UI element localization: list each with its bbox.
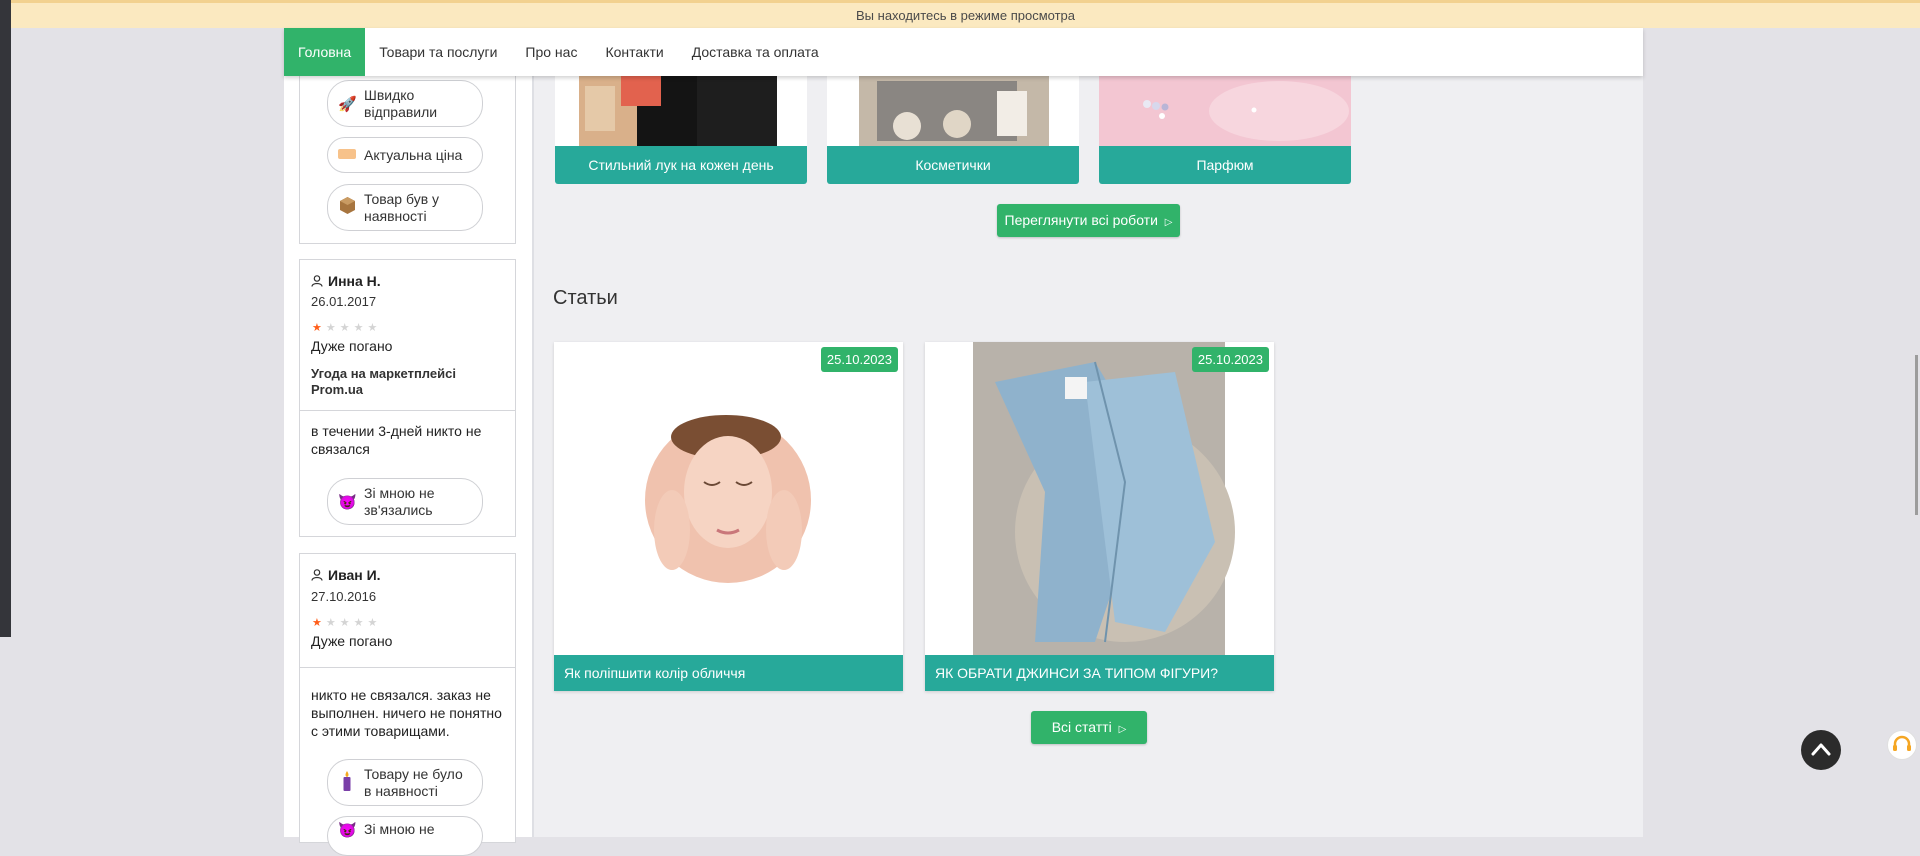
- portfolio-item[interactable]: Косметички: [827, 76, 1079, 184]
- sidebar-divider: [532, 76, 534, 837]
- review-separator: [299, 410, 516, 411]
- star-icon: ★: [312, 322, 322, 334]
- review-tag-fast-shipping: 🚀 Швидко відправили: [327, 80, 483, 127]
- review-tag-actual-price: Актуальна ціна: [327, 137, 483, 173]
- nav-item-home[interactable]: Головна: [284, 28, 366, 76]
- star-icon: ★: [339, 322, 350, 334]
- page-scrollbar[interactable]: [1915, 355, 1918, 515]
- articles-heading: Статьи: [553, 287, 618, 309]
- review-separator: [299, 667, 516, 668]
- article-date-badge: 25.10.2023: [820, 347, 898, 372]
- main-nav: Головна Товари та послуги Про нас Контак…: [284, 28, 1643, 76]
- portfolio-item[interactable]: Стильний лук на кожен день: [555, 76, 807, 184]
- star-icon: ★: [325, 322, 336, 334]
- star-icon: ★: [353, 322, 364, 334]
- nav-item-delivery[interactable]: Доставка та оплата: [678, 28, 833, 76]
- portfolio-caption: Стильний лук на кожен день: [555, 146, 807, 184]
- reviewer-name: Инна Н.: [311, 273, 381, 289]
- user-icon: [311, 569, 323, 581]
- window-left-edge-lower: [0, 637, 11, 837]
- article-card[interactable]: 25.10.2023 ЯК ОБРАТИ ДЖИНСИ ЗА ТИПОМ ФІГ…: [925, 342, 1274, 691]
- portfolio-caption: Парфюм: [1099, 146, 1351, 184]
- article-date-badge: 25.10.2023: [1191, 347, 1269, 372]
- article-image-face: [554, 342, 903, 655]
- review-rating: ★ ★ ★ ★ ★: [312, 618, 377, 629]
- review-tag-in-stock: Товар був у наявності: [327, 184, 483, 231]
- portfolio-image-cosmetic-bags: [827, 76, 1079, 146]
- article-title[interactable]: ЯК ОБРАТИ ДЖИНСИ ЗА ТИПОМ ФІГУРИ?: [925, 655, 1274, 691]
- review-comment: в течении 3-дней никто не связался: [311, 423, 482, 457]
- nav-item-contacts[interactable]: Контакти: [591, 28, 677, 76]
- devil-icon: 😈: [338, 493, 357, 511]
- rocket-icon: 🚀: [338, 95, 357, 113]
- review-rating: ★ ★ ★ ★ ★: [312, 323, 377, 334]
- star-icon: ★: [325, 617, 336, 629]
- candle-icon: [338, 770, 356, 795]
- review-deal-source: Угода на маркетплейсі Prom.ua: [311, 366, 456, 397]
- article-image-jeans: [925, 342, 1274, 655]
- review-verdict: Дуже погано: [311, 338, 393, 354]
- nav-item-about[interactable]: Про нас: [511, 28, 591, 76]
- review-date: 26.01.2017: [311, 294, 377, 309]
- star-icon: ★: [367, 322, 378, 334]
- review-comment: никто не связался. заказ не выполнен. ни…: [311, 687, 502, 739]
- star-icon: ★: [339, 617, 350, 629]
- preview-mode-banner: Вы находитесь в режиме просмотра: [11, 0, 1920, 28]
- article-card[interactable]: 25.10.2023 Як поліпшити колір обличчя: [554, 342, 903, 691]
- play-arrow-icon: ▷: [1164, 217, 1173, 228]
- review-date: 27.10.2016: [311, 589, 377, 604]
- play-arrow-icon: ▷: [1118, 724, 1127, 735]
- headset-icon: [1893, 735, 1911, 751]
- view-all-works-button[interactable]: Переглянути всі роботи ▷: [997, 204, 1180, 237]
- star-icon: ★: [353, 617, 364, 629]
- scroll-to-top-button[interactable]: [1801, 730, 1841, 770]
- review-tag-not-contacted: 😈 Зі мною не: [327, 816, 483, 856]
- star-icon: ★: [312, 617, 322, 629]
- devil-icon: 😈: [338, 822, 357, 839]
- price-tag-icon: [338, 147, 356, 164]
- reviewer-name: Иван И.: [311, 567, 381, 583]
- portfolio-caption: Косметички: [827, 146, 1079, 184]
- chevron-up-icon: [1811, 743, 1831, 756]
- all-articles-button[interactable]: Всі статті ▷: [1031, 711, 1147, 744]
- user-icon: [311, 275, 323, 287]
- portfolio-item[interactable]: Парфюм: [1099, 76, 1351, 184]
- portfolio-image-outfit: [555, 76, 807, 146]
- preview-mode-text: Вы находитесь в режиме просмотра: [856, 8, 1075, 23]
- review-tag-not-contacted: 😈 Зі мною не зв'язались: [327, 478, 483, 525]
- star-icon: ★: [367, 617, 378, 629]
- review-tag-out-of-stock: Товару не було в наявності: [327, 759, 483, 806]
- support-chat-button[interactable]: [1887, 730, 1917, 760]
- article-title[interactable]: Як поліпшити колір обличчя: [554, 655, 903, 691]
- box-icon: [338, 197, 356, 218]
- review-verdict: Дуже погано: [311, 633, 393, 649]
- portfolio-image-perfume: [1099, 76, 1351, 146]
- window-left-edge: [0, 0, 11, 637]
- nav-item-products[interactable]: Товари та послуги: [365, 28, 511, 76]
